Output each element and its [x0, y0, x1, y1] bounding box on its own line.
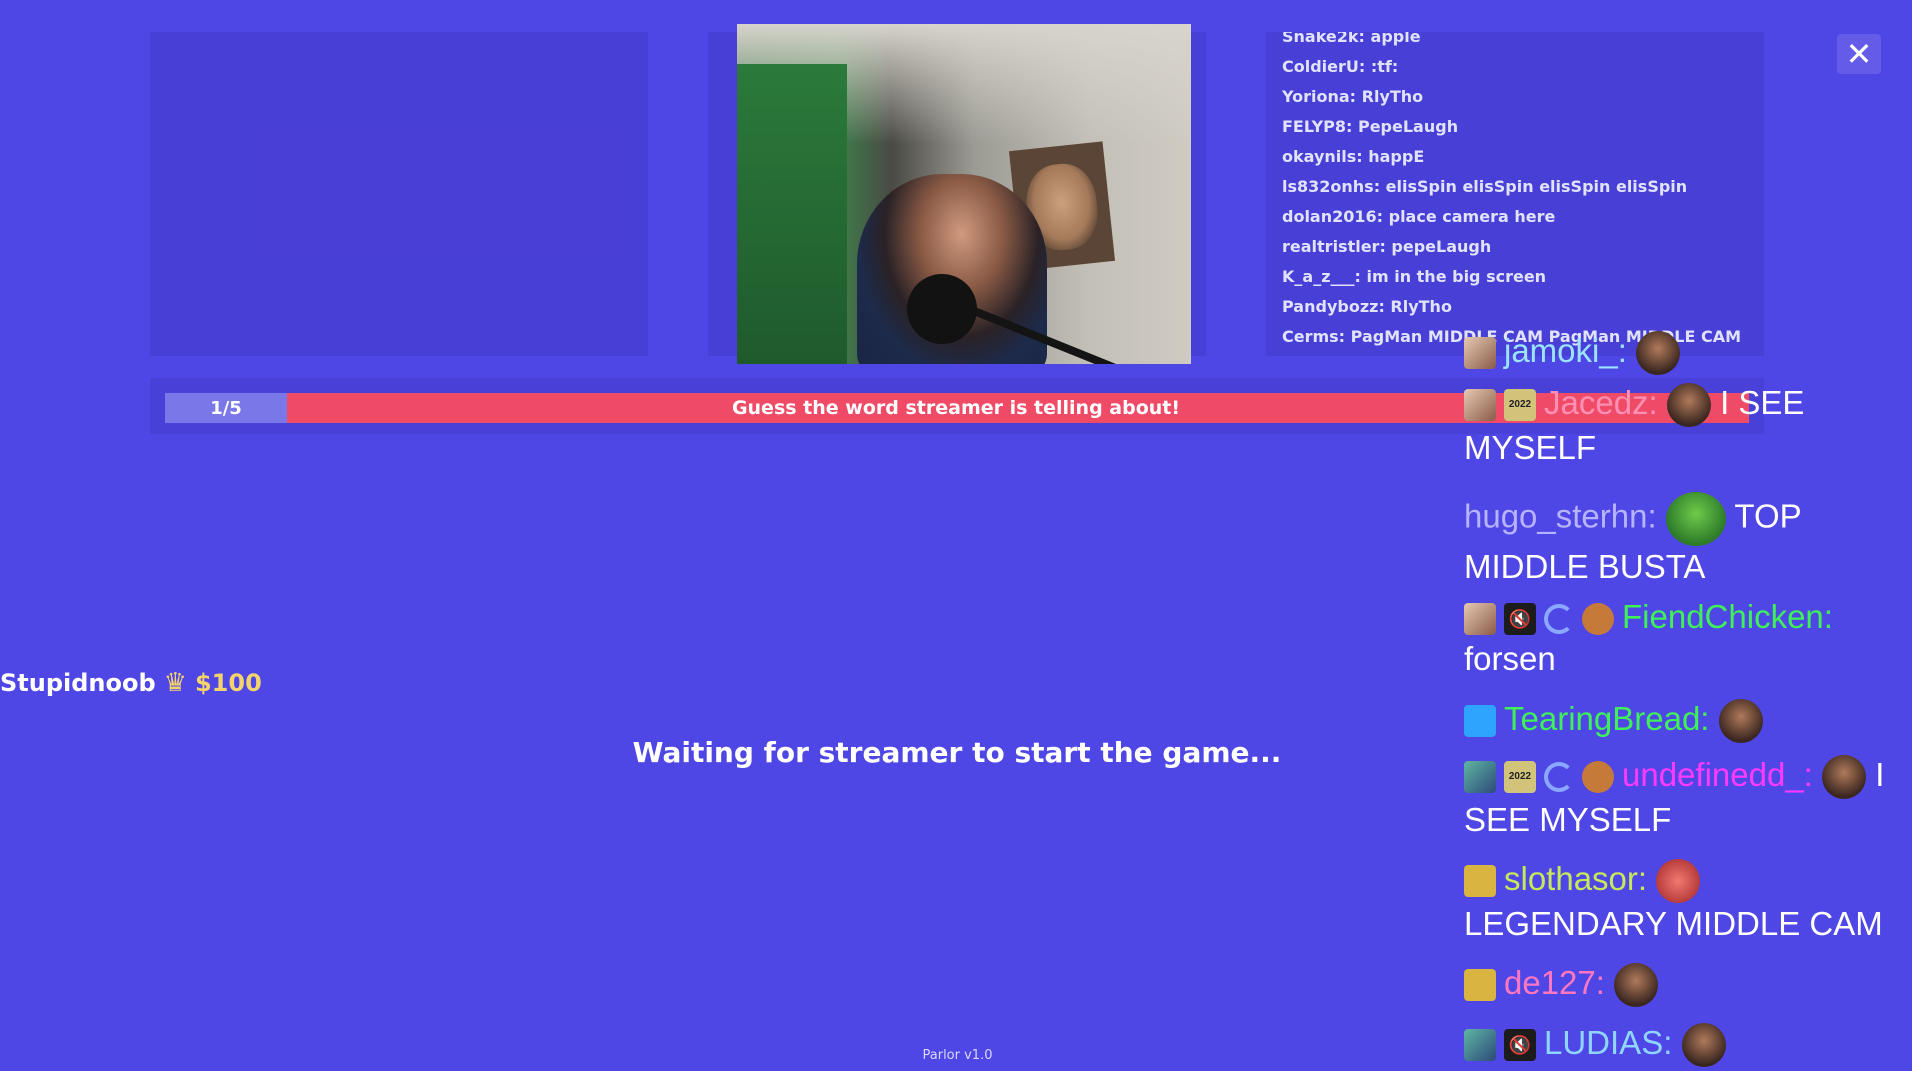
face-emote-icon	[1666, 383, 1711, 428]
face-emote-icon	[1822, 755, 1867, 800]
c-badge-icon	[1544, 604, 1574, 635]
chat-message: 🔇 FiendChicken: forsen	[1464, 596, 1904, 680]
chat-message: jamoki_:	[1464, 330, 1904, 376]
webcam-microphone	[907, 274, 977, 344]
chat-username: jamoki_:	[1504, 332, 1627, 369]
glove-badge-icon	[1582, 761, 1614, 794]
close-icon: ✕	[1845, 35, 1873, 73]
muted-speaker-icon: 🔇	[1504, 603, 1536, 636]
player-money: $100	[194, 669, 262, 697]
glove-badge-icon	[1582, 603, 1614, 636]
avatar-badge-icon	[1464, 603, 1496, 636]
small-chat-line: ColdierU: :tf:	[1282, 57, 1399, 76]
small-chat-line: Yoriona: RlyTho	[1282, 87, 1424, 106]
small-chat-line: realtristler: pepeLaugh	[1282, 237, 1492, 256]
gold-badge-icon	[1464, 969, 1496, 1002]
year-badge-icon: 2022	[1504, 389, 1536, 422]
small-chat-line: FELYP8: PepeLaugh	[1282, 117, 1459, 136]
close-button[interactable]: ✕	[1837, 34, 1881, 74]
avatar-badge-icon	[1464, 1029, 1496, 1062]
small-chat-line: Pandybozz: RlyTho	[1282, 297, 1452, 316]
chat-username: undefinedd_:	[1622, 756, 1813, 793]
small-chat-panel: Snake2k: apple ColdierU: :tf: Yoriona: R…	[1266, 32, 1764, 356]
small-chat-line: okaynils: happE	[1282, 147, 1425, 166]
small-chat-line: ls832onhs: elisSpin elisSpin elisSpin el…	[1282, 177, 1688, 196]
chat-message: slothasor: LEGENDARY MIDDLE CAM	[1464, 858, 1904, 945]
player-name: Stupidnoob	[0, 669, 156, 697]
avatar-badge-icon	[1464, 761, 1496, 794]
round-prompt: Guess the word streamer is telling about…	[731, 397, 1181, 419]
small-chat-list: Snake2k: apple ColdierU: :tf: Yoriona: R…	[1282, 32, 1762, 352]
crown-icon: ♛	[163, 668, 187, 698]
chat-username: TearingBread:	[1504, 700, 1710, 737]
chat-message: 🔇 LUDIAS:	[1464, 1022, 1904, 1068]
chat-username: Jacedz:	[1544, 384, 1658, 421]
small-chat-line: K_a_z___: im in the big screen	[1282, 267, 1547, 286]
year-badge-icon: 2022	[1504, 761, 1536, 794]
left-panel	[150, 32, 648, 356]
chat-username: FiendChicken:	[1622, 598, 1833, 635]
face-emote-icon	[1681, 1023, 1726, 1068]
chat-username: de127:	[1504, 964, 1605, 1001]
small-chat-line: dolan2016: place camera here	[1282, 207, 1556, 226]
gold-badge-icon	[1464, 865, 1496, 898]
avatar-badge-icon	[1464, 337, 1496, 370]
face-emote-icon	[1718, 699, 1763, 744]
chat-message: hugo_sterhn: TOP MIDDLE BUSTA	[1464, 492, 1904, 588]
version-label: Parlor v1.0	[922, 1048, 993, 1063]
chat-text: LEGENDARY MIDDLE CAM	[1464, 905, 1883, 943]
crown-badge-icon	[1464, 705, 1496, 738]
small-chat-line: Snake2k: apple	[1282, 32, 1421, 46]
lips-emote-icon	[1656, 859, 1701, 904]
chat-message: 2022 undefinedd_: I SEE MYSELF	[1464, 754, 1904, 841]
chat-message: 2022 Jacedz: I SEE MYSELF	[1464, 382, 1904, 469]
chat-message: TearingBread:	[1464, 698, 1904, 744]
chat-text: forsen	[1464, 640, 1556, 677]
round-counter: 1/5	[165, 393, 287, 423]
c-badge-icon	[1544, 762, 1574, 793]
chat-username: hugo_sterhn:	[1464, 497, 1657, 535]
chat-username: LUDIAS:	[1544, 1024, 1673, 1061]
face-emote-icon	[1614, 963, 1659, 1008]
webcam-green-screen	[737, 64, 847, 364]
webcam-video	[737, 24, 1191, 364]
player-entry: Stupidnoob ♛ $100	[0, 668, 262, 698]
chat-message: de127:	[1464, 962, 1904, 1008]
waiting-status: Waiting for streamer to start the game..…	[632, 736, 1282, 769]
face-emote-icon	[1636, 331, 1681, 376]
avatar-badge-icon	[1464, 389, 1496, 422]
pepe-emote-icon	[1665, 492, 1726, 546]
muted-speaker-icon: 🔇	[1504, 1029, 1536, 1062]
chat-username: slothasor:	[1504, 860, 1648, 897]
